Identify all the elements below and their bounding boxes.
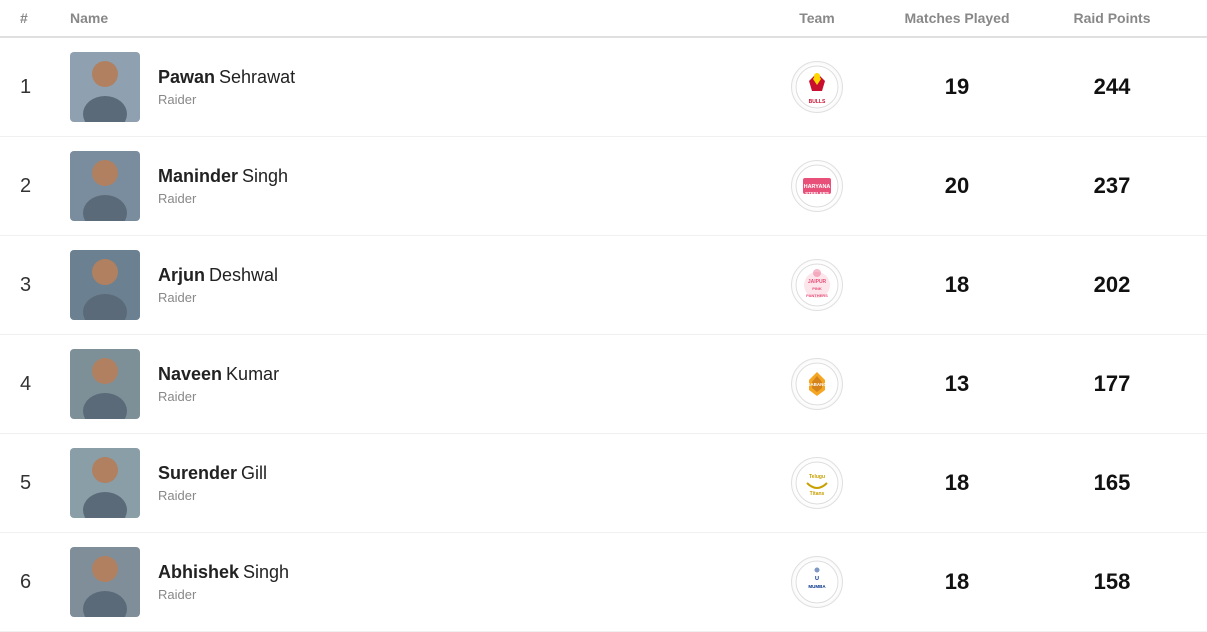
matches-cell: 18 — [877, 569, 1037, 595]
team-logo: JAIPUR PINK PANTHERS — [791, 259, 843, 311]
team-cell: DABANG — [757, 358, 877, 410]
first-name: Naveen — [158, 364, 222, 384]
rows-container: 1 PawanSehrawat Raider BULLS 19 — [0, 38, 1207, 632]
player-name: SurenderGill — [158, 463, 267, 485]
header-rank: # — [20, 10, 70, 26]
table-row: 2 ManinderSingh Raider HARYANA STEELERS … — [0, 137, 1207, 236]
points-cell: 237 — [1037, 173, 1187, 199]
header-matches: Matches Played — [877, 10, 1037, 26]
rank-cell: 4 — [20, 373, 70, 396]
svg-text:STEELERS: STEELERS — [805, 191, 829, 196]
matches-cell: 18 — [877, 470, 1037, 496]
table-row: 1 PawanSehrawat Raider BULLS 19 — [0, 38, 1207, 137]
team-cell: HARYANA STEELERS — [757, 160, 877, 212]
player-name: ManinderSingh — [158, 166, 288, 188]
matches-cell: 20 — [877, 173, 1037, 199]
player-role: Raider — [158, 587, 289, 602]
team-cell: U MUMBA — [757, 556, 877, 608]
last-name: Sehrawat — [219, 67, 295, 87]
matches-cell: 19 — [877, 74, 1037, 100]
team-logo: HARYANA STEELERS — [791, 160, 843, 212]
table-row: 4 NaveenKumar Raider DABANG 13 177 — [0, 335, 1207, 434]
svg-text:Titans: Titans — [810, 491, 825, 497]
player-info: NaveenKumar Raider — [158, 364, 279, 405]
points-cell: 202 — [1037, 272, 1187, 298]
player-role: Raider — [158, 191, 288, 206]
first-name: Maninder — [158, 166, 238, 186]
svg-text:Telugu: Telugu — [809, 474, 825, 480]
player-name: ArjunDeshwal — [158, 265, 278, 287]
team-logo: Telugu Titans — [791, 457, 843, 509]
avatar — [70, 52, 140, 122]
points-cell: 244 — [1037, 74, 1187, 100]
avatar — [70, 349, 140, 419]
last-name: Gill — [241, 463, 267, 483]
table-header: # Name Team Matches Played Raid Points — [0, 0, 1207, 38]
table-row: 6 AbhishekSingh Raider U MUMBA 18 158 — [0, 533, 1207, 632]
points-cell: 177 — [1037, 371, 1187, 397]
player-info: ManinderSingh Raider — [158, 166, 288, 207]
rank-cell: 2 — [20, 175, 70, 198]
leaderboard-table: # Name Team Matches Played Raid Points 1… — [0, 0, 1207, 632]
first-name: Surender — [158, 463, 237, 483]
player-cell: SurenderGill Raider — [70, 448, 757, 518]
svg-text:PANTHERS: PANTHERS — [806, 293, 828, 298]
last-name: Kumar — [226, 364, 279, 384]
rank-cell: 5 — [20, 472, 70, 495]
svg-text:DABANG: DABANG — [807, 382, 827, 387]
player-cell: NaveenKumar Raider — [70, 349, 757, 419]
table-row: 5 SurenderGill Raider Telugu Titans 18 — [0, 434, 1207, 533]
avatar — [70, 547, 140, 617]
player-name: NaveenKumar — [158, 364, 279, 386]
player-cell: ManinderSingh Raider — [70, 151, 757, 221]
player-role: Raider — [158, 92, 295, 107]
player-cell: PawanSehrawat Raider — [70, 52, 757, 122]
svg-text:MUMBA: MUMBA — [808, 584, 826, 589]
player-cell: ArjunDeshwal Raider — [70, 250, 757, 320]
matches-cell: 18 — [877, 272, 1037, 298]
svg-text:JAIPUR: JAIPUR — [808, 279, 827, 285]
player-role: Raider — [158, 389, 279, 404]
player-name: AbhishekSingh — [158, 562, 289, 584]
last-name: Deshwal — [209, 265, 278, 285]
points-cell: 158 — [1037, 569, 1187, 595]
first-name: Pawan — [158, 67, 215, 87]
team-logo: DABANG — [791, 358, 843, 410]
avatar — [70, 250, 140, 320]
header-team: Team — [757, 10, 877, 26]
player-info: ArjunDeshwal Raider — [158, 265, 278, 306]
player-role: Raider — [158, 290, 278, 305]
rank-cell: 3 — [20, 274, 70, 297]
matches-cell: 13 — [877, 371, 1037, 397]
first-name: Arjun — [158, 265, 205, 285]
team-logo: BULLS — [791, 61, 843, 113]
last-name: Singh — [242, 166, 288, 186]
rank-cell: 6 — [20, 571, 70, 594]
team-cell: BULLS — [757, 61, 877, 113]
player-role: Raider — [158, 488, 267, 503]
rank-cell: 1 — [20, 76, 70, 99]
svg-text:BULLS: BULLS — [809, 99, 826, 105]
last-name: Singh — [243, 562, 289, 582]
first-name: Abhishek — [158, 562, 239, 582]
player-info: PawanSehrawat Raider — [158, 67, 295, 108]
header-name: Name — [70, 10, 757, 26]
avatar — [70, 448, 140, 518]
svg-text:PINK: PINK — [812, 286, 822, 291]
player-info: AbhishekSingh Raider — [158, 562, 289, 603]
player-cell: AbhishekSingh Raider — [70, 547, 757, 617]
avatar — [70, 151, 140, 221]
points-cell: 165 — [1037, 470, 1187, 496]
svg-text:HARYANA: HARYANA — [804, 184, 831, 190]
svg-text:U: U — [815, 576, 819, 582]
team-cell: Telugu Titans — [757, 457, 877, 509]
table-row: 3 ArjunDeshwal Raider JAIPUR PINK PANTHE… — [0, 236, 1207, 335]
team-cell: JAIPUR PINK PANTHERS — [757, 259, 877, 311]
team-logo: U MUMBA — [791, 556, 843, 608]
header-points: Raid Points — [1037, 10, 1187, 26]
player-info: SurenderGill Raider — [158, 463, 267, 504]
player-name: PawanSehrawat — [158, 67, 295, 89]
